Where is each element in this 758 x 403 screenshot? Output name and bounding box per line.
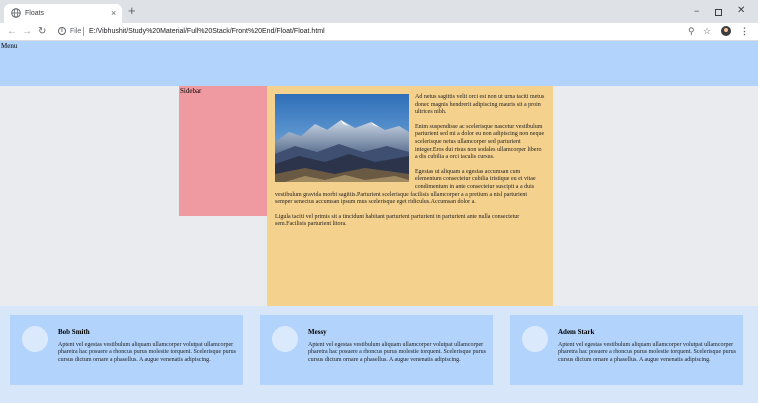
forward-arrow-icon[interactable]: → [22,25,32,38]
avatar [272,326,298,352]
new-tab-button[interactable]: + [128,4,136,18]
avatar [522,326,548,352]
star-icon[interactable]: ☆ [703,25,711,38]
profile-card: Adem Stark Aptent vel egestas vestibulum… [510,315,743,385]
browser-tab[interactable]: Floats × [4,4,122,23]
url-separator [83,27,84,36]
card-name: Bob Smith [58,328,90,336]
url-scheme-label: File [70,28,82,35]
article-paragraph: Ligula taciti vel primis sit a tincidunt… [275,213,520,228]
main-area: Sidebar Ad netus sagittis velit orci est… [0,86,758,306]
sidebar-label: Sidebar [180,87,202,95]
tab-close-icon[interactable]: × [111,7,116,19]
menu-bar: Menu [0,41,758,86]
profile-avatar-icon[interactable] [721,26,731,36]
card-text: Aptent vel egestas vestibulum aliquam ul… [558,342,736,363]
reload-icon[interactable]: ↻ [38,25,46,38]
tab-title: Floats [25,10,45,17]
footer: Bob Smith Aptent vel egestas vestibulum … [0,306,758,403]
card-text: Aptent vel egestas vestibulum aliquam ul… [58,342,236,363]
close-window-icon[interactable]: ✕ [737,5,745,17]
profile-card: Messy Aptent vel egestas vestibulum aliq… [260,315,493,385]
address-bar[interactable]: E:/Vibhushit/Study%20Material/Full%20Sta… [89,26,325,37]
kebab-menu-icon[interactable]: ⋮ [740,25,749,38]
avatar [22,326,48,352]
browser-toolbar: ← → ↻ i File E:/Vibhushit/Study%20Materi… [0,23,758,41]
maximize-icon[interactable] [715,9,722,16]
article: Ad netus sagittis velit orci est non ut … [267,86,553,306]
menu-label: Menu [1,42,18,50]
mountain-landscape-image [275,94,409,182]
card-name: Messy [308,328,327,336]
page-viewport: Menu Sidebar Ad netus sagittis velit orc… [0,41,758,403]
zoom-icon[interactable]: ⚲ [688,25,695,38]
info-icon[interactable]: i [58,27,66,35]
sidebar: Sidebar [179,86,267,216]
browser-tab-strip: Floats × + − ✕ [0,0,758,23]
minimize-icon[interactable]: − [694,5,699,17]
card-text: Aptent vel egestas vestibulum aliquam ul… [308,342,486,363]
card-name: Adem Stark [558,328,595,336]
globe-icon [11,8,21,18]
back-arrow-icon[interactable]: ← [7,25,17,38]
profile-card: Bob Smith Aptent vel egestas vestibulum … [10,315,243,385]
